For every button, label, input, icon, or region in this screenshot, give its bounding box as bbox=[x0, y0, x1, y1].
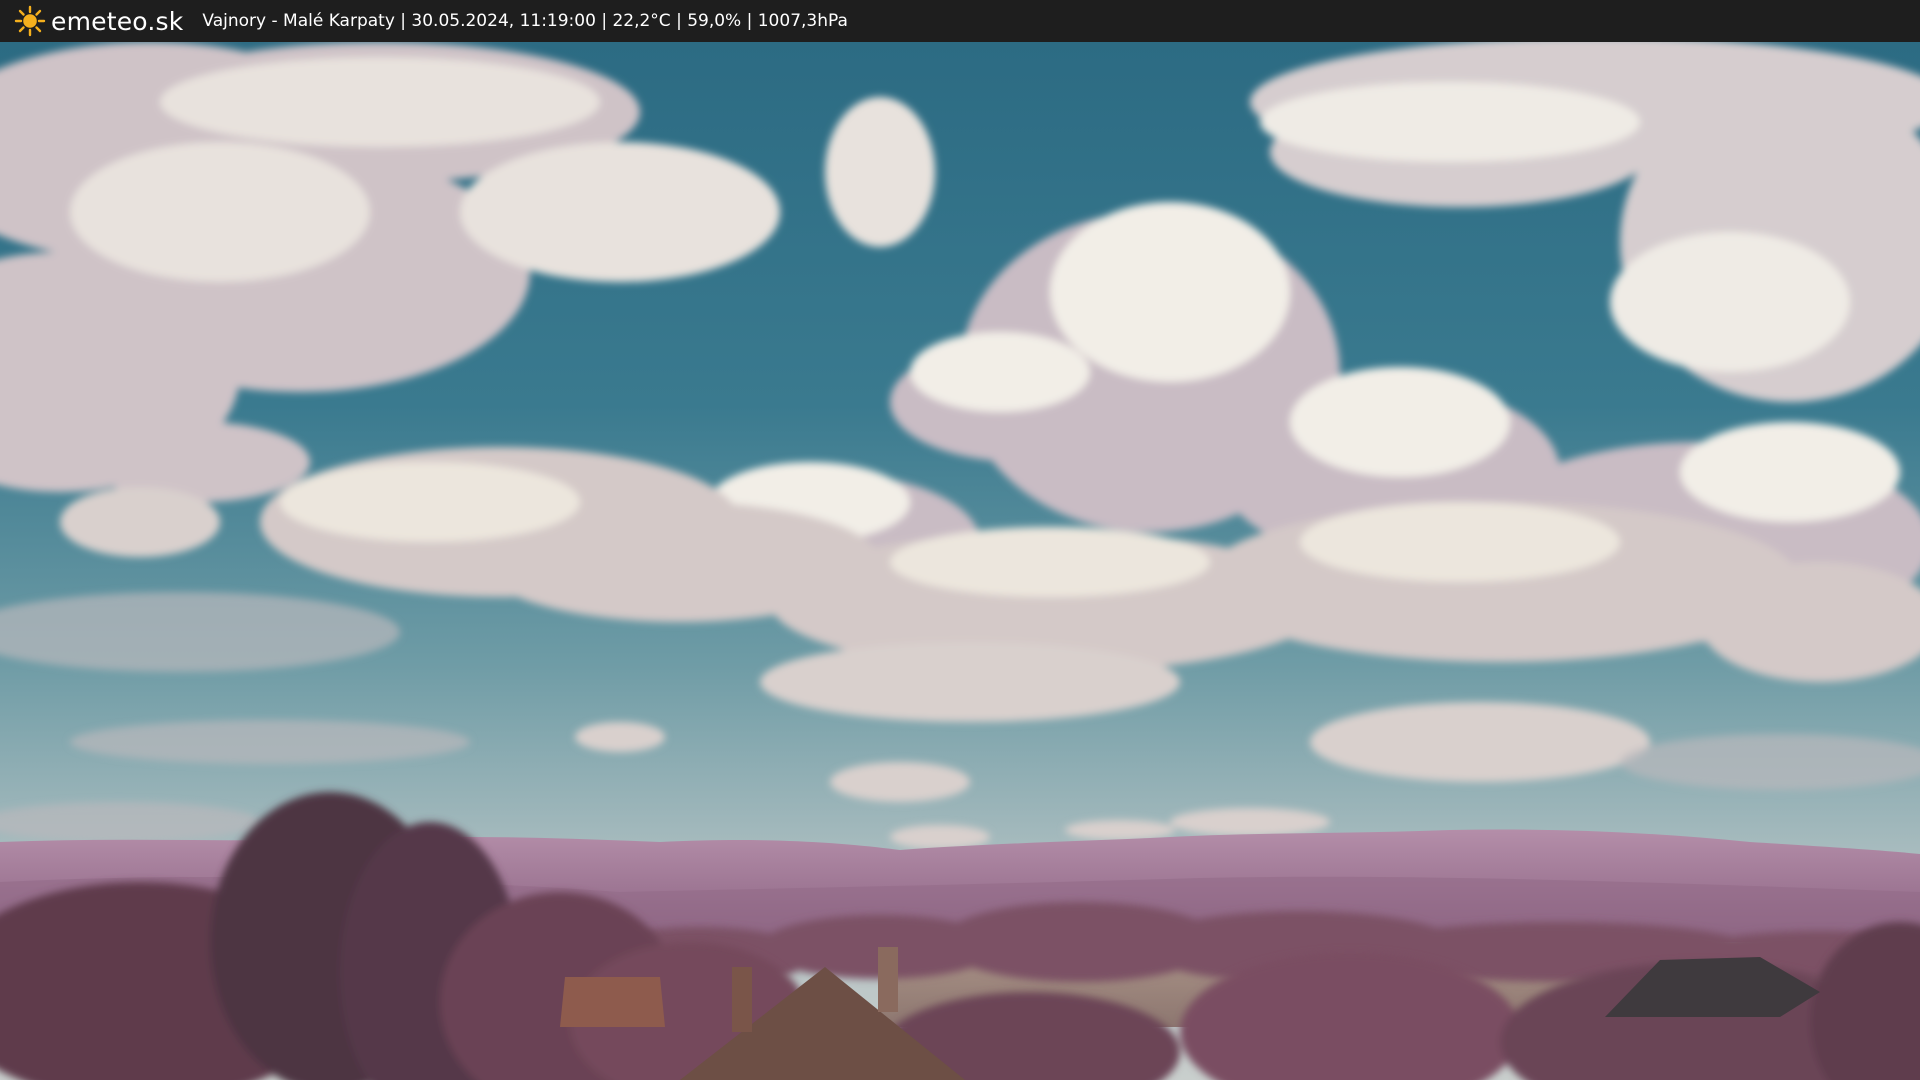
emeteo-logo[interactable]: emeteo.sk bbox=[14, 0, 183, 42]
webcam-info-bar: emeteo.sk Vajnory - Malé Karpaty | 30.05… bbox=[0, 0, 1920, 42]
brand-name: emeteo.sk bbox=[51, 6, 184, 36]
webcam-page: emeteo.sk Vajnory - Malé Karpaty | 30.05… bbox=[0, 0, 1920, 1080]
weather-info-line: Vajnory - Malé Karpaty | 30.05.2024, 11:… bbox=[202, 11, 848, 31]
webcam-image bbox=[0, 42, 1920, 1080]
sun-icon bbox=[14, 5, 46, 37]
